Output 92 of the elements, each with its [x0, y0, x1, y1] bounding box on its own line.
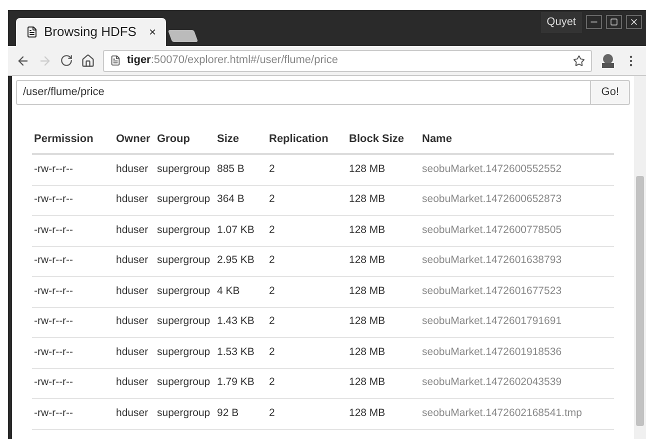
- table-cell-text: -rw-r--r--: [34, 192, 74, 208]
- table-cell-text: supergroup: [157, 162, 212, 177]
- table-cell-text: 2: [269, 162, 276, 177]
- table-cell-text: 2: [269, 344, 276, 360]
- table-cell-text: 1.53 KB: [217, 344, 256, 360]
- table-cell-text: 128 MB: [349, 192, 386, 208]
- table-cell-text: supergroup: [157, 284, 212, 299]
- table-cell-text: supergroup: [157, 406, 212, 421]
- home-icon[interactable]: [81, 54, 95, 68]
- table-cell-text: supergroup: [157, 192, 212, 208]
- reload-icon[interactable]: [60, 54, 73, 67]
- table-cell-text: seobuMarket.1472601677523: [422, 284, 563, 299]
- table-cell-text: 128 MB: [349, 375, 386, 390]
- table-cell-text: 4 KB: [217, 284, 241, 299]
- table-cell-text: 128 MB: [349, 406, 386, 421]
- path-field[interactable]: /user/flume/price: [16, 80, 592, 105]
- table-cell-text: -rw-r--r--: [34, 162, 74, 177]
- extension-icon[interactable]: [600, 52, 616, 68]
- table-cell-text: -rw-r--r--: [34, 406, 74, 421]
- page-icon: [110, 55, 121, 66]
- table-cell-text: seobuMarket.1472601638793: [422, 253, 563, 268]
- tab-close-button[interactable]: ×: [148, 23, 156, 41]
- table-cell-text: seobuMarket.1472600778505: [422, 222, 563, 238]
- column-header: Block Size: [349, 132, 406, 147]
- table-cell-text: seobuMarket.1472602043539: [422, 375, 563, 390]
- table-cell-text: seobuMarket.1472601918536: [422, 344, 563, 360]
- table-cell-text: 364 B: [217, 192, 246, 208]
- page-icon: [26, 26, 38, 38]
- table-cell-text: supergroup: [157, 344, 212, 360]
- table-cell-text: seobuMarket.1472602168541.tmp: [422, 406, 583, 421]
- minimize-button[interactable]: [586, 15, 602, 30]
- table-cell-text: -rw-r--r--: [34, 344, 74, 360]
- table-cell-text: -rw-r--r--: [34, 253, 74, 268]
- back-icon[interactable]: [16, 54, 30, 68]
- table-cell-text: supergroup: [157, 375, 212, 390]
- table-cell-text: hduser: [116, 284, 150, 299]
- url-text: tiger:50070/explorer.html#/user/flume/price: [127, 53, 339, 68]
- table-cell-text: 885 B: [217, 162, 246, 177]
- browser-tab[interactable]: Browsing HDFS ×: [16, 18, 166, 46]
- table-cell-text: 128 MB: [349, 314, 386, 330]
- table-cell-text: hduser: [116, 344, 150, 360]
- close-icon: [629, 17, 639, 28]
- table-cell-text: 1.07 KB: [217, 222, 256, 238]
- table-cell-text: seobuMarket.1472601791691: [422, 314, 563, 330]
- column-header: Size: [217, 132, 240, 147]
- table-cell-text: supergroup: [157, 222, 212, 238]
- table-cell-text: 2: [269, 253, 276, 268]
- address-bar[interactable]: tiger:50070/explorer.html#/user/flume/price: [103, 50, 592, 72]
- column-header: Owner: [116, 132, 152, 147]
- column-header: Group: [157, 132, 191, 147]
- table-cell-text: -rw-r--r--: [34, 222, 74, 238]
- table-cell-text: 92 B: [217, 406, 240, 421]
- table-cell-text: 128 MB: [349, 253, 386, 268]
- table-cell-text: 2: [269, 314, 276, 330]
- scrollbar[interactable]: [634, 76, 646, 439]
- table-cell-text: 2.95 KB: [217, 253, 256, 268]
- user-name[interactable]: Quyet: [540, 12, 582, 32]
- table-cell-text: -rw-r--r--: [34, 375, 74, 390]
- table-cell-text: hduser: [116, 222, 150, 238]
- table-cell-text: 2: [269, 375, 276, 390]
- table-cell-text: 1.79 KB: [217, 375, 256, 390]
- table-cell-text: -rw-r--r--: [34, 284, 74, 299]
- column-header: Permission: [34, 132, 94, 147]
- column-header: Replication: [269, 132, 330, 147]
- maximize-button[interactable]: [606, 15, 622, 30]
- table-cell-text: 128 MB: [349, 222, 386, 238]
- table-cell-text: seobuMarket.1472600552552: [422, 162, 563, 177]
- table-cell-text: hduser: [116, 162, 150, 177]
- table-cell-text: 2: [269, 406, 276, 421]
- bookmark-star-icon[interactable]: [573, 54, 585, 66]
- column-header: Name: [422, 132, 453, 147]
- maximize-icon: [610, 18, 618, 26]
- table-cell-text: 2: [269, 192, 276, 208]
- table-cell-text: hduser: [116, 314, 150, 330]
- new-tab-button[interactable]: [168, 30, 198, 42]
- table-cell-text: 1.43 KB: [217, 314, 256, 330]
- table-cell-text: supergroup: [157, 253, 212, 268]
- tab-title: Browsing HDFS: [44, 23, 138, 42]
- table-cell-text: hduser: [116, 253, 150, 268]
- table-cell-text: 2: [269, 284, 276, 299]
- go-button[interactable]: Go!: [591, 80, 630, 105]
- table-cell-text: -rw-r--r--: [34, 314, 74, 330]
- table-cell-text: 128 MB: [349, 284, 386, 299]
- table-cell-text: hduser: [116, 192, 150, 208]
- table-cell-text: 128 MB: [349, 162, 386, 177]
- table-cell-text: 2: [269, 222, 276, 238]
- table-cell-text: 128 MB: [349, 344, 386, 360]
- table-cell-text: supergroup: [157, 314, 212, 330]
- table-cell-text: hduser: [116, 406, 150, 421]
- table-cell-text: hduser: [116, 375, 150, 390]
- close-button[interactable]: [626, 15, 642, 30]
- table-cell-text: seobuMarket.1472600652873: [422, 192, 563, 208]
